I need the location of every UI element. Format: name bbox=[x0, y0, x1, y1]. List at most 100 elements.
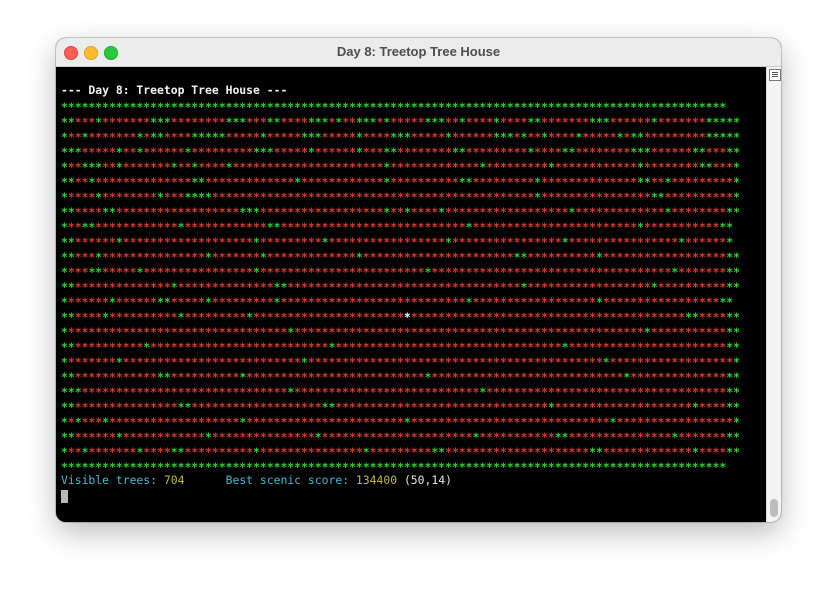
visible-trees: ** bbox=[719, 295, 734, 309]
hidden-trees: ****** bbox=[314, 145, 356, 159]
hidden-trees: **** bbox=[698, 445, 727, 459]
hidden-trees: ********* bbox=[211, 295, 274, 309]
hidden-trees: *************************** bbox=[280, 220, 466, 234]
hidden-trees: ****** bbox=[74, 235, 116, 249]
hidden-trees: ******************* bbox=[122, 235, 254, 249]
visible-trees: ** bbox=[726, 310, 740, 324]
visible-trees: ** bbox=[554, 430, 569, 444]
best-score-coords: (50,14) bbox=[403, 473, 452, 487]
scroll-thumb[interactable] bbox=[770, 499, 778, 517]
visible-trees: * bbox=[170, 160, 178, 174]
hidden-trees: ***** bbox=[225, 130, 260, 144]
hidden-trees: **** bbox=[534, 145, 562, 159]
visible-trees: * bbox=[61, 130, 68, 144]
hidden-trees: ******************************** bbox=[67, 325, 288, 339]
visible-trees: * bbox=[691, 445, 699, 459]
visible-trees: *** bbox=[355, 115, 377, 129]
hidden-trees: ****************************** bbox=[81, 385, 288, 399]
visible-trees: * bbox=[74, 415, 82, 429]
visible-trees: ** bbox=[726, 265, 740, 279]
hidden-trees: ***** bbox=[81, 145, 116, 159]
visible-trees: ** bbox=[170, 445, 185, 459]
hidden-trees: ************* bbox=[390, 160, 480, 174]
visible-trees: *** bbox=[307, 115, 329, 129]
hidden-trees: ************ bbox=[554, 160, 638, 174]
hidden-trees: ******** bbox=[102, 190, 158, 204]
scrollbar[interactable] bbox=[766, 67, 781, 522]
hidden-trees: ************************ bbox=[472, 220, 638, 234]
visible-trees: ***** bbox=[191, 130, 226, 144]
hidden-trees: ************************ bbox=[259, 265, 425, 279]
visible-trees: * bbox=[115, 145, 123, 159]
tree-row: ****************************************… bbox=[61, 235, 740, 250]
hidden-trees: ****************** bbox=[445, 205, 569, 219]
visible-trees: ** bbox=[650, 190, 665, 204]
visible-trees: * bbox=[259, 250, 267, 264]
hidden-trees: ********** bbox=[664, 190, 734, 204]
hidden-trees: ***** bbox=[582, 130, 617, 144]
tree-row: ****************************************… bbox=[61, 130, 740, 145]
hidden-trees: **** bbox=[163, 130, 192, 144]
tree-row: ****************************************… bbox=[61, 355, 740, 370]
visible-trees: * bbox=[403, 415, 411, 429]
hidden-trees: *********** bbox=[650, 325, 727, 339]
visible-trees: *** bbox=[81, 160, 103, 174]
terminal-output[interactable]: --- Day 8: Treetop Tree House --- ******… bbox=[56, 67, 766, 522]
visible-trees: * bbox=[253, 235, 260, 249]
visible-trees: ** bbox=[150, 130, 164, 144]
visible-trees: ** bbox=[719, 220, 734, 234]
hidden-trees: ***** bbox=[273, 145, 308, 159]
hidden-trees: ****************** bbox=[472, 295, 596, 309]
tree-row: ****************************************… bbox=[61, 160, 740, 175]
hidden-trees: ****** bbox=[650, 145, 693, 159]
hidden-trees: ** bbox=[342, 115, 356, 129]
visible-trees: * bbox=[650, 115, 658, 129]
hidden-trees: * bbox=[67, 415, 75, 429]
hidden-trees: *************** bbox=[259, 445, 363, 459]
hidden-trees: ******************* bbox=[191, 400, 322, 414]
visible-trees: * bbox=[595, 295, 603, 309]
hidden-trees: * bbox=[513, 130, 521, 144]
hidden-trees: ***** bbox=[266, 130, 302, 144]
visible-trees: * bbox=[445, 235, 452, 249]
hidden-trees: ** bbox=[445, 115, 459, 129]
hidden-trees: *************** bbox=[568, 430, 672, 444]
visible-trees: *** bbox=[61, 145, 82, 159]
visible-trees: ** bbox=[157, 370, 171, 384]
visible-trees: ** bbox=[191, 175, 206, 189]
visible-trees: *** bbox=[239, 205, 260, 219]
tree-row: ****************************************… bbox=[61, 295, 740, 310]
visible-trees: * bbox=[733, 190, 740, 204]
tree-row: ****************************************… bbox=[61, 340, 740, 355]
title-bar[interactable]: Day 8: Treetop Tree House bbox=[56, 38, 781, 67]
hidden-trees: ********** bbox=[184, 445, 254, 459]
hidden-trees: ****************************************… bbox=[307, 355, 603, 369]
hidden-trees: ************** bbox=[177, 280, 274, 294]
visible-trees: * bbox=[253, 265, 260, 279]
hidden-trees: **** bbox=[74, 310, 103, 324]
visible-trees: * bbox=[259, 130, 267, 144]
hidden-trees: *** bbox=[81, 415, 103, 429]
hidden-trees: ******************* bbox=[109, 415, 240, 429]
visible-trees: * bbox=[355, 145, 363, 159]
visible-trees: * bbox=[609, 415, 617, 429]
visible-trees: ** bbox=[637, 175, 651, 189]
visible-trees: ** bbox=[726, 325, 740, 339]
hidden-trees: ****************************************… bbox=[294, 325, 644, 339]
visible-trees: ** bbox=[589, 445, 603, 459]
visible-trees: * bbox=[170, 280, 178, 294]
hidden-trees: ************************** bbox=[150, 340, 329, 354]
hidden-trees: *********************************** bbox=[431, 265, 672, 279]
hidden-trees: ** bbox=[122, 145, 137, 159]
visible-trees: *** bbox=[253, 145, 274, 159]
visible-trees: ** bbox=[527, 115, 542, 129]
hidden-trees: ** bbox=[67, 130, 82, 144]
visible-trees: ****************************************… bbox=[61, 460, 727, 474]
visible-trees: ** bbox=[726, 385, 740, 399]
hidden-trees: ********* bbox=[486, 160, 548, 174]
hidden-trees: ******************** bbox=[554, 400, 692, 414]
best-tree: * bbox=[403, 310, 411, 324]
menu-icon[interactable] bbox=[769, 69, 781, 81]
visible-trees: ** bbox=[88, 265, 103, 279]
hidden-trees: *************************** bbox=[294, 385, 480, 399]
